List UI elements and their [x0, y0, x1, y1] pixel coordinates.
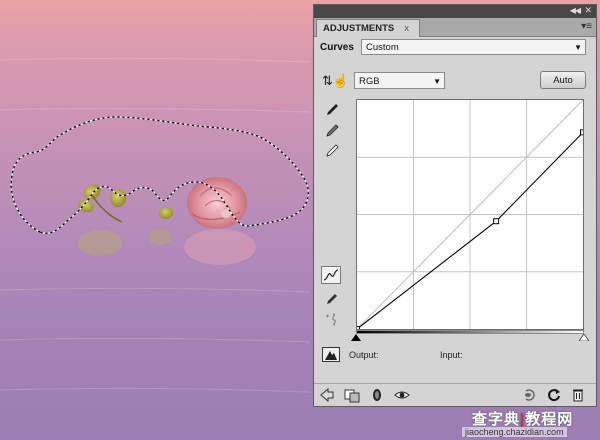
adjustments-panel: ◀◀ ✕ ADJUSTMENTS x ▾≡ Curves Custom ▼ ⇅☝ …	[313, 4, 597, 407]
clipping-warning-icon[interactable]	[322, 347, 340, 362]
back-arrow-icon[interactable]	[319, 387, 335, 403]
eyedropper-white-icon[interactable]	[324, 143, 340, 159]
channel-dropdown[interactable]: RGB ▼	[354, 72, 445, 89]
curves-graph[interactable]	[356, 99, 584, 330]
preset-value: Custom	[366, 42, 399, 53]
watermark-url: jiaocheng.chazidian.com	[462, 427, 567, 437]
curve-control-point[interactable]	[580, 129, 584, 136]
auto-button[interactable]: Auto	[540, 71, 586, 89]
expanded-view-icon[interactable]	[344, 387, 360, 403]
smooth-curve-icon[interactable]	[324, 311, 340, 327]
panel-title-bar[interactable]: ◀◀ ✕	[314, 5, 596, 18]
tab-adjustments[interactable]: ADJUSTMENTS x	[316, 19, 421, 37]
leaf-buds	[78, 184, 173, 223]
channel-value: RGB	[359, 76, 380, 87]
lasso-selection[interactable]	[10, 116, 309, 234]
input-label: Input:	[440, 350, 463, 360]
reset-icon[interactable]	[546, 387, 562, 403]
input-gradient-bar	[356, 330, 584, 334]
view-previous-state-icon[interactable]	[522, 387, 538, 403]
panel-bottom-toolbar	[314, 383, 596, 407]
tab-adjustments-label: ADJUSTMENTS	[323, 23, 395, 34]
eyedropper-black-icon[interactable]	[324, 102, 340, 118]
panel-tab-row: ADJUSTMENTS x ▾≡	[314, 18, 596, 37]
preset-dropdown[interactable]: Custom ▼	[361, 39, 586, 55]
clip-to-layer-icon[interactable]	[369, 387, 385, 403]
close-icon[interactable]: ✕	[584, 5, 592, 16]
output-label: Output:	[349, 350, 379, 360]
adjustment-type-label: Curves	[320, 42, 354, 53]
watermark-logo: 查字典|教程网	[472, 411, 574, 428]
chevron-down-icon: ▼	[574, 43, 582, 52]
curve-edit-mode-button[interactable]	[321, 266, 341, 284]
curve-icon	[323, 269, 339, 281]
chevron-down-icon: ▼	[433, 77, 441, 86]
trash-icon[interactable]	[570, 387, 586, 403]
eyedropper-gray-icon[interactable]	[324, 123, 340, 139]
collapse-icon[interactable]: ◀◀	[570, 6, 581, 15]
visibility-eye-icon[interactable]	[394, 387, 410, 403]
tab-close-icon[interactable]: x	[404, 23, 409, 34]
black-point-slider[interactable]	[351, 334, 361, 341]
white-point-slider[interactable]	[579, 334, 589, 341]
pencil-icon[interactable]	[324, 291, 340, 307]
on-image-adjust-icon[interactable]: ⇅☝	[322, 73, 349, 89]
panel-menu-icon[interactable]: ▾≡	[581, 21, 592, 32]
curve-control-point[interactable]	[493, 218, 500, 225]
